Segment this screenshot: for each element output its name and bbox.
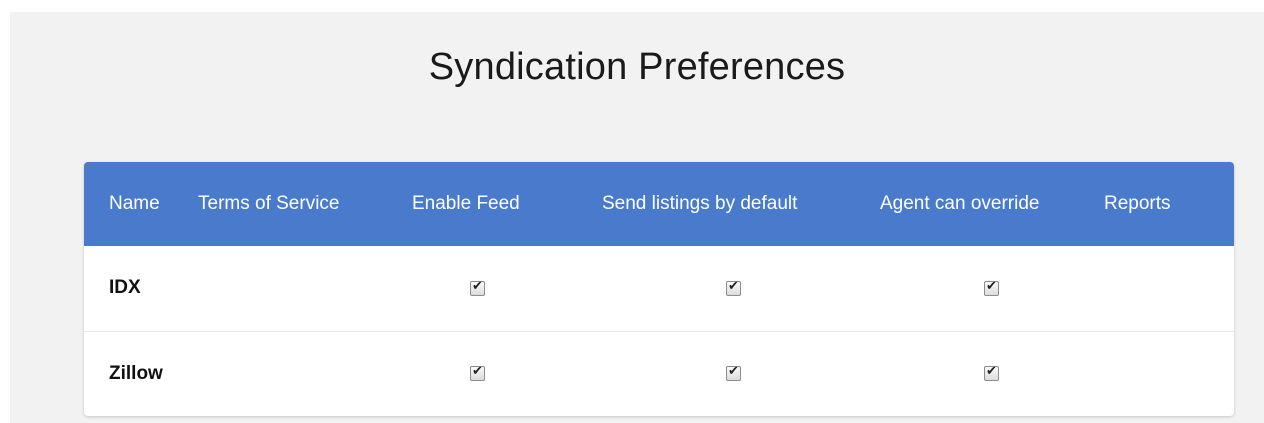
column-header-send-listings-by-default: Send listings by default: [602, 193, 798, 214]
column-header-reports: Reports: [1104, 193, 1171, 214]
column-header-agent-can-override: Agent can override: [880, 193, 1040, 214]
row-agent-override-cell: ✔: [880, 246, 1104, 331]
agent-can-override-checkbox[interactable]: ✔: [984, 278, 999, 296]
row-agent-override-cell: ✔: [880, 330, 1104, 416]
row-send-listings-cell: ✔: [602, 330, 880, 416]
page-title: Syndication Preferences: [428, 46, 846, 88]
page-panel: Syndication Preferences Name Terms of Se…: [10, 12, 1264, 423]
row-enable-feed-cell: ✔: [412, 330, 602, 416]
row-name: Zillow: [84, 330, 198, 416]
checkmark-icon: ✔: [472, 364, 483, 380]
syndication-table-card: Name Terms of Service Enable Feed Send l…: [84, 162, 1234, 416]
row-name: IDX: [109, 277, 141, 299]
column-header-terms-of-service: Terms of Service: [198, 193, 340, 214]
row-enable-feed-cell: ✔: [412, 246, 602, 331]
table-header-row: Name Terms of Service Enable Feed Send l…: [84, 162, 1234, 246]
row-send-listings-cell: ✔: [602, 246, 880, 331]
table-row: Zillow ✔ ✔ ✔: [84, 330, 1234, 416]
row-reports: [1104, 330, 1234, 416]
agent-can-override-checkbox[interactable]: ✔: [984, 364, 999, 382]
row-reports: [1104, 246, 1234, 331]
row-terms-of-service: [198, 330, 412, 416]
enable-feed-checkbox[interactable]: ✔: [470, 278, 485, 296]
syndication-table: Name Terms of Service Enable Feed Send l…: [84, 162, 1234, 416]
checkmark-icon: ✔: [472, 278, 483, 294]
column-header-enable-feed: Enable Feed: [412, 193, 520, 214]
checkmark-icon: ✔: [986, 364, 997, 380]
table-row: IDX ✔ ✔ ✔: [84, 246, 1234, 331]
checkmark-icon: ✔: [728, 364, 739, 380]
column-header-name: Name: [109, 193, 160, 214]
send-listings-by-default-checkbox[interactable]: ✔: [726, 364, 741, 382]
row-terms-of-service: [198, 246, 412, 331]
checkmark-icon: ✔: [986, 278, 997, 294]
checkmark-icon: ✔: [728, 278, 739, 294]
enable-feed-checkbox[interactable]: ✔: [470, 364, 485, 382]
send-listings-by-default-checkbox[interactable]: ✔: [726, 278, 741, 296]
